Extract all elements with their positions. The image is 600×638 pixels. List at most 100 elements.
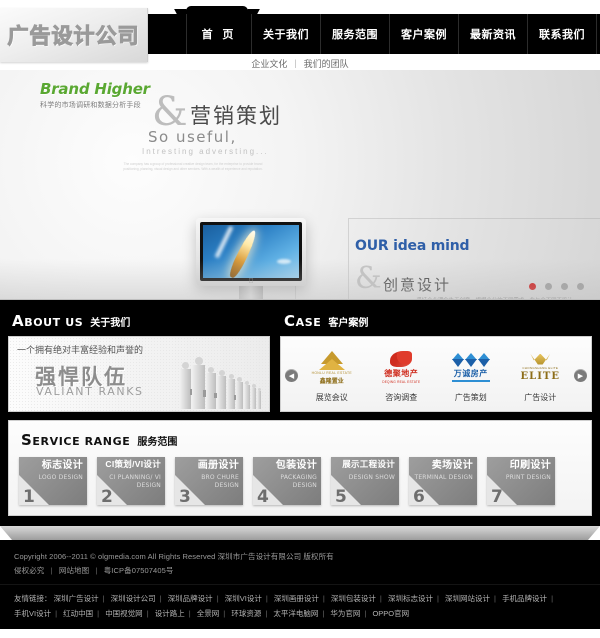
imac-chin:  xyxy=(196,277,306,286)
slider-dot-3[interactable] xyxy=(561,283,568,290)
client-logo-1-cn: 鑫隆置业 xyxy=(319,378,344,385)
case-item-4[interactable]: CHONGSHANG ELITE ELITE 广告设计 xyxy=(509,346,571,403)
case-section-header: CASE 客户案例 xyxy=(280,308,592,336)
imac-illustration:  xyxy=(196,218,306,299)
link-separator: | xyxy=(216,593,219,603)
case-item-3[interactable]: 万诚房产 广告策划 xyxy=(440,346,502,403)
service-item-6-cn: 卖场设计 xyxy=(431,460,473,471)
friendly-link-13[interactable]: 设计路上 xyxy=(155,609,185,618)
friendly-link-4[interactable]: 深圳VI设计 xyxy=(225,594,262,603)
friendly-link-7[interactable]: 深圳标志设计 xyxy=(388,594,433,603)
person-figure xyxy=(180,362,198,409)
nav-item-contact[interactable]: 联系我们 xyxy=(528,14,597,54)
service-item-ci-vi-design[interactable]: CI策划/VI设计 CI PLANNING/ VI DESIGN 2 xyxy=(97,457,165,505)
slider-dot-4[interactable] xyxy=(577,283,584,290)
site-logo[interactable]: 广告设计公司 xyxy=(0,8,148,62)
hero-right-ampersand: & xyxy=(355,261,382,296)
hero-left-fineprint: The company has a group of professional … xyxy=(123,162,263,172)
service-card: SERVICE RANGE 服务范围 标志设计 LOGO DESIGN 1 CI… xyxy=(8,420,592,516)
service-item-3-cn: 画册设计 xyxy=(197,460,239,471)
hero-banner[interactable]: Brand Higher 科学的市场调研和数据分析手段 & 营销策划 So us… xyxy=(0,70,600,300)
friendly-link-6[interactable]: 深圳包装设计 xyxy=(331,594,376,603)
case-item-1[interactable]: HONLU REAL ESTATE 鑫隆置业 展览会议 xyxy=(301,346,363,403)
case-panel: CASE 客户案例 ◀ ▶ HONLU REAL ESTATE 鑫隆置业 展览会… xyxy=(280,308,592,412)
service-item-1-en: LOGO DESIGN xyxy=(38,474,83,481)
hero-left-tagline: So useful, xyxy=(148,128,237,146)
footer-separator: | xyxy=(95,565,98,575)
friendly-link-18[interactable]: OPPO官网 xyxy=(372,609,409,618)
friendly-link-3[interactable]: 深圳品牌设计 xyxy=(168,594,213,603)
service-item-6-number: 6 xyxy=(413,487,425,505)
footer-links-row: 侵权必究 | 网站地图 | 粤ICP备07507405号 xyxy=(14,564,586,578)
nav-item-case[interactable]: 客户案例 xyxy=(390,14,459,54)
crown-icon xyxy=(530,353,551,365)
service-item-2-cn: CI策划/VI设计 xyxy=(105,459,161,469)
friendly-link-12[interactable]: 中国视觉网 xyxy=(105,609,143,618)
link-separator: | xyxy=(55,608,58,618)
about-title-cn: 关于我们 xyxy=(90,318,131,329)
hero-right-headline-en: OUR idea mind xyxy=(355,238,470,254)
nav-item-home[interactable]: 首 页 xyxy=(186,14,252,54)
diamond-marks-icon xyxy=(451,353,490,367)
client-logo-2-cn: 德聚地产 xyxy=(384,369,419,378)
subnav-item-team[interactable]: 我们的团队 xyxy=(304,57,349,70)
service-item-packaging-design[interactable]: 包装设计 PACKAGING DESIGN 4 xyxy=(253,457,321,505)
service-item-design-show[interactable]: 展示工程设计 DESIGN SHOW 5 xyxy=(331,457,399,505)
friendly-link-5[interactable]: 深圳画册设计 xyxy=(274,594,319,603)
case-carousel: ◀ ▶ HONLU REAL ESTATE 鑫隆置业 展览会议 德聚地产 DEQ… xyxy=(280,336,592,412)
site-header: 广告设计公司 首 页 关于我们 服务范围 客户案例 最新资讯 联系我们 企业文化… xyxy=(0,0,600,70)
link-separator: | xyxy=(379,593,382,603)
friendly-link-17[interactable]: 华为官网 xyxy=(330,609,360,618)
friendly-link-1[interactable]: 深圳广告设计 xyxy=(54,594,99,603)
link-separator: | xyxy=(322,608,325,618)
friendly-link-16[interactable]: 太平洋电脑网 xyxy=(273,609,318,618)
nav-item-news[interactable]: 最新资讯 xyxy=(459,14,528,54)
link-separator: | xyxy=(551,593,554,603)
client-logo-3: 万诚房产 xyxy=(440,346,502,390)
footer-link-icp[interactable]: 粤ICP备07507405号 xyxy=(104,566,174,575)
service-item-list: 标志设计 LOGO DESIGN 1 CI策划/VI设计 CI PLANNING… xyxy=(17,455,583,505)
about-panel: ABOUT US 关于我们 一个拥有绝对丰富经验和声誉的 强悍队伍 VALIAN… xyxy=(8,308,270,412)
service-item-brochure-design[interactable]: 画册设计 BRO CHURE DESIGN 3 xyxy=(175,457,243,505)
chevron-right-icon[interactable]: ▶ xyxy=(574,369,587,382)
friendly-link-2[interactable]: 深圳设计公司 xyxy=(111,594,156,603)
friendly-link-9[interactable]: 手机品牌设计 xyxy=(502,594,547,603)
about-intro-text: 一个拥有绝对丰富经验和声誉的 xyxy=(17,345,144,355)
client-logo-1-en: HONLU REAL ESTATE xyxy=(311,370,352,375)
friendly-link-14[interactable]: 全景网 xyxy=(197,609,220,618)
footer-link-sitemap[interactable]: 网站地图 xyxy=(59,566,89,575)
main-nav: 首 页 关于我们 服务范围 客户案例 最新资讯 联系我们 xyxy=(186,14,597,54)
about-title-en: ABOUT US xyxy=(12,312,84,330)
person-figure xyxy=(251,384,256,409)
arrow-mark-icon xyxy=(318,358,345,370)
nav-item-service[interactable]: 服务范围 xyxy=(321,14,390,54)
nav-item-about[interactable]: 关于我们 xyxy=(252,14,321,54)
service-item-logo-design[interactable]: 标志设计 LOGO DESIGN 1 xyxy=(19,457,87,505)
friendly-link-11[interactable]: 红动中国 xyxy=(63,609,93,618)
friendly-link-10[interactable]: 手机VI设计 xyxy=(14,609,51,618)
imac-wallpaper xyxy=(203,225,299,278)
friendly-link-15[interactable]: 环球资源 xyxy=(231,609,261,618)
service-title-en: SERVICE RANGE xyxy=(21,431,131,449)
friendly-links-section: 友情链接： 深圳广告设计 | 深圳设计公司 | 深圳品牌设计 | 深圳VI设计 | 深圳… xyxy=(0,583,600,629)
case-item-4-caption: 广告设计 xyxy=(524,392,557,402)
chevron-left-icon[interactable]: ◀ xyxy=(285,369,298,382)
case-item-2[interactable]: 德聚地产 DEQING REAL ESTATE 咨询调查 xyxy=(370,346,432,403)
service-item-print-design[interactable]: 印刷设计 PRINT DESIGN 7 xyxy=(487,457,555,505)
friendly-link-8[interactable]: 深圳网站设计 xyxy=(445,594,490,603)
service-item-7-number: 7 xyxy=(491,487,503,505)
service-title-cn: 服务范围 xyxy=(137,437,178,448)
friendly-links-row-1: 友情链接： 深圳广告设计 | 深圳设计公司 | 深圳品牌设计 | 深圳VI设计 | 深圳… xyxy=(14,591,586,606)
mid-section: ABOUT US 关于我们 一个拥有绝对丰富经验和声誉的 强悍队伍 VALIAN… xyxy=(0,300,600,412)
service-item-terminal-design[interactable]: 卖场设计 TERMINAL DESIGN 6 xyxy=(409,457,477,505)
about-card[interactable]: 一个拥有绝对丰富经验和声誉的 强悍队伍 VALIANT RANKS xyxy=(8,336,270,412)
slider-dot-1[interactable] xyxy=(529,283,536,290)
person-figure xyxy=(217,370,226,409)
client-logo-3-cn: 万诚房产 xyxy=(453,369,488,378)
service-item-3-number: 3 xyxy=(179,487,191,505)
feather-icon xyxy=(226,228,259,278)
slider-dot-2[interactable] xyxy=(545,283,552,290)
link-separator: | xyxy=(265,608,268,618)
subnav-item-culture[interactable]: 企业文化 xyxy=(251,57,287,70)
footer-link-rights[interactable]: 侵权必究 xyxy=(14,566,44,575)
